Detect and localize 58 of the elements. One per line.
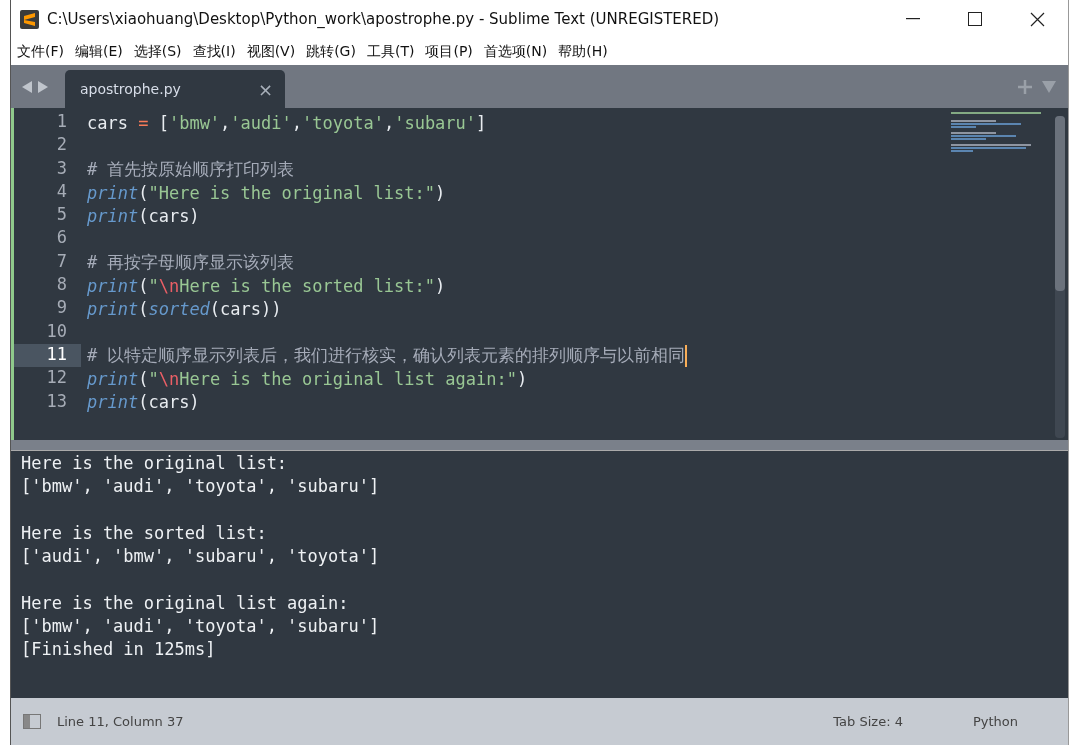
menu-item[interactable]: 文件(F) — [17, 42, 64, 61]
line-number: 7 — [55, 250, 68, 273]
panel-toggle-icon[interactable] — [23, 714, 41, 729]
line-number: 8 — [55, 274, 68, 297]
menu-item[interactable]: 查找(I) — [192, 42, 236, 61]
tab-close[interactable]: × — [257, 78, 273, 100]
code-line: print(cars) — [87, 204, 200, 228]
output-line: Here is the sorted list: — [21, 522, 268, 545]
line-number: 9 — [55, 297, 68, 320]
minimize-icon[interactable] — [906, 18, 920, 20]
menu-item[interactable]: 项目(P) — [425, 42, 473, 61]
code-line: print("\nHere is the original list again:") — [87, 367, 528, 391]
line-number: 5 — [55, 204, 68, 227]
code-line: print(sorted(cars)) — [87, 298, 282, 321]
code-line: cars = ['bmw','audi','toyota','subaru'] — [87, 111, 487, 135]
tab-size[interactable]: Tab Size: 4 — [833, 714, 903, 729]
code-line: print("\nHere is the sorted list:") — [87, 274, 446, 298]
line-number: 6 — [55, 227, 68, 250]
line-number: 10 — [45, 320, 68, 343]
syntax-label[interactable]: Python — [972, 714, 1018, 729]
output-line: ['bmw', 'audi', 'toyota', 'subaru'] — [21, 476, 381, 499]
line-number: 2 — [55, 134, 68, 157]
tab-label: apostrophe.py — [80, 81, 181, 97]
cursor-position: Line 11, Column 37 — [57, 714, 184, 729]
line-number: 1 — [55, 111, 68, 133]
back-arrow-icon[interactable] — [21, 79, 33, 94]
menu-item[interactable]: 工具(T) — [366, 42, 415, 61]
forward-arrow-icon[interactable] — [37, 79, 49, 94]
window-title: C:\Users\xiaohuang\Desktop\Python_work\apostrophe.py - Sublime Text (UNREGISTERED) — [47, 10, 721, 28]
output-line: ['bmw', 'audi', 'toyota', 'subaru'] — [21, 616, 381, 639]
menu-item[interactable]: 跳转(G) — [306, 42, 356, 61]
code-line: # 首先按原始顺序打印列表 — [87, 157, 295, 181]
app-icon — [20, 9, 39, 29]
scrollbar[interactable] — [1055, 116, 1065, 438]
output-line: ['audi', 'bmw', 'subaru', 'toyota'] — [21, 546, 381, 569]
menu-item[interactable]: 帮助(H) — [558, 42, 608, 61]
code-line: print("Here is the original list:") — [87, 181, 446, 205]
menu-item[interactable]: 选择(S) — [133, 42, 182, 61]
file-tab[interactable]: apostrophe.py × — [65, 70, 285, 108]
plus-icon[interactable] — [1018, 79, 1032, 94]
code-line: print(cars) — [87, 391, 200, 414]
dropdown-triangle-icon[interactable] — [1042, 80, 1056, 93]
menu-item[interactable]: 视图(V) — [246, 42, 296, 61]
menu-item[interactable]: 首选项(N) — [483, 42, 548, 61]
close-icon[interactable] — [1029, 11, 1045, 27]
output-line: [Finished in 125ms] — [21, 639, 217, 662]
line-number: 3 — [55, 157, 68, 180]
maximize-icon[interactable] — [968, 12, 982, 26]
line-number: 4 — [55, 180, 68, 203]
line-number: 11 — [14, 343, 81, 368]
line-number: 13 — [45, 390, 68, 413]
code-line: # 以特定顺序显示列表后，我们进行核实，确认列表元素的排列顺序与以前相同 — [87, 343, 688, 368]
line-number: 12 — [45, 367, 68, 390]
menu-item[interactable]: 编辑(E) — [75, 42, 123, 61]
output-line: Here is the original list: — [21, 453, 289, 475]
panel-splitter[interactable] — [11, 440, 1068, 451]
code-line: # 再按字母顺序显示该列表 — [87, 250, 295, 274]
output-line: Here is the original list again: — [21, 592, 350, 615]
